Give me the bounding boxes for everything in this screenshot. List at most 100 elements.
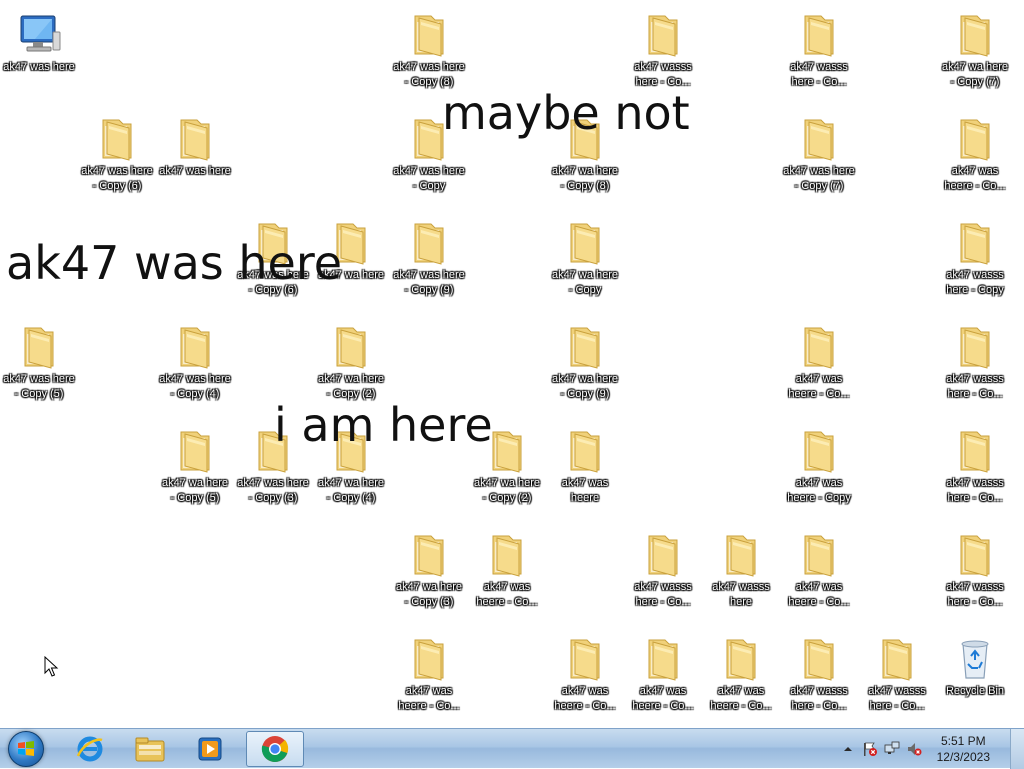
media-player-taskbar-button[interactable]: [182, 731, 238, 767]
desktop-folder[interactable]: ak47 wasss here - Co...: [936, 422, 1014, 518]
desktop-folder[interactable]: ak47 wasss here - Co...: [624, 526, 702, 622]
folder-icon: [414, 15, 444, 57]
desktop-folder[interactable]: ak47 wa here - Copy (2): [312, 318, 390, 414]
desktop-icon-label: ak47 was here - Copy (3): [237, 477, 309, 504]
folder-icon: [960, 119, 990, 161]
desktop-icon-label: ak47 was heere - Co...: [476, 581, 538, 608]
desktop-icon-label: ak47 was here: [159, 165, 231, 177]
desktop-folder[interactable]: ak47 was heere - Co...: [780, 318, 858, 414]
desktop-folder[interactable]: ak47 wasss here - Co...: [780, 6, 858, 102]
desktop-icon-label: ak47 wa here - Copy (8): [551, 165, 619, 192]
desktop-folder[interactable]: ak47 wasss here - Copy: [936, 214, 1014, 310]
chrome-taskbar-button[interactable]: [246, 731, 304, 767]
windows-explorer-icon: [135, 737, 165, 762]
desktop-folder[interactable]: ak47 wa here - Copy: [546, 214, 624, 310]
desktop-icon-label: ak47 wasss here - Co...: [868, 685, 926, 712]
desktop-icon-computer[interactable]: ak47 was here: [0, 6, 78, 102]
desktop-folder[interactable]: ak47 was here - Copy (5): [0, 318, 78, 414]
show-desktop-button[interactable]: [1010, 729, 1024, 769]
desktop-icon-label: ak47 wa here - Copy (2): [473, 477, 541, 504]
desktop-folder[interactable]: ak47 was here: [156, 110, 234, 206]
desktop-folder[interactable]: ak47 was heere - Co...: [702, 630, 780, 726]
desktop-folder[interactable]: ak47 wa here - Copy (7): [936, 6, 1014, 102]
folder-icon: [804, 639, 834, 681]
desktop-folder[interactable]: ak47 wasss here - Co...: [624, 6, 702, 102]
clock-date: 12/3/2023: [936, 750, 990, 764]
folder-icon: [414, 119, 444, 161]
desktop-folder[interactable]: ak47 was heere - Co...: [624, 630, 702, 726]
desktop-icon-label: ak47 wasss here - Co...: [946, 373, 1004, 400]
desktop-icon-label: ak47 wasss here - Co...: [634, 61, 692, 88]
desktop-folder[interactable]: ak47 was here - Copy (6): [78, 110, 156, 206]
desktop[interactable]: maybe not ak47 was here i am here ak47 w…: [0, 0, 1024, 728]
desktop-folder[interactable]: ak47 wasss here - Co...: [936, 526, 1014, 622]
internet-explorer-icon: [76, 736, 103, 762]
windows-orb-icon: [8, 731, 44, 767]
desktop-folder[interactable]: ak47 was heere - Co...: [936, 110, 1014, 206]
desktop-folder[interactable]: ak47 wa here - Copy (9): [546, 318, 624, 414]
desktop-folder[interactable]: ak47 wasss here - Co...: [936, 318, 1014, 414]
desktop-folder[interactable]: ak47 was here - Copy (4): [156, 318, 234, 414]
folder-icon: [960, 223, 990, 265]
folder-icon: [180, 327, 210, 369]
desktop-folder[interactable]: ak47 wa here - Copy (5): [156, 422, 234, 518]
desktop-folder[interactable]: ak47 wasss here: [702, 526, 780, 622]
windows-explorer-taskbar-button[interactable]: [122, 731, 178, 767]
desktop-folder[interactable]: ak47 was heere - Co...: [546, 630, 624, 726]
desktop-folder[interactable]: ak47 wasss here - Co...: [780, 630, 858, 726]
folder-icon: [804, 431, 834, 473]
desktop-folder[interactable]: ak47 wa here - Copy (8): [546, 110, 624, 206]
desktop-icon-label: ak47 was heere - Co...: [788, 581, 850, 608]
taskbar: 5:51 PM 12/3/2023: [0, 728, 1024, 769]
folder-icon: [960, 431, 990, 473]
mouse-pointer-icon: [44, 656, 59, 677]
desktop-icon-label: ak47 was here - Copy (9): [393, 269, 465, 296]
folder-icon: [336, 431, 366, 473]
desktop-folder[interactable]: ak47 was here - Copy (8): [390, 6, 468, 102]
desktop-folder[interactable]: ak47 was here - Copy (3): [234, 422, 312, 518]
desktop-folder[interactable]: ak47 wa here - Copy (2): [468, 422, 546, 518]
folder-icon: [804, 327, 834, 369]
computer-icon: [20, 15, 61, 52]
volume-muted-icon[interactable]: [906, 741, 922, 757]
desktop-folder[interactable]: ak47 wa here - Copy (4): [312, 422, 390, 518]
desktop-icon-recycle-bin[interactable]: Recycle Bin: [936, 630, 1014, 726]
desktop-icon-label: ak47 was here: [3, 61, 75, 73]
desktop-folder[interactable]: ak47 wa here - Copy (3): [390, 526, 468, 622]
desktop-icon-label: ak47 wasss here - Co...: [790, 61, 848, 88]
desktop-folder[interactable]: ak47 was here - Copy (7): [780, 110, 858, 206]
folder-icon: [414, 639, 444, 681]
folder-icon: [336, 223, 366, 265]
desktop-folder[interactable]: ak47 was here - Copy (9): [390, 214, 468, 310]
desktop-icon-label: ak47 was heere - Co...: [788, 373, 850, 400]
folder-icon: [570, 639, 600, 681]
desktop-folder[interactable]: ak47 was here - Copy: [390, 110, 468, 206]
desktop-folder[interactable]: ak47 was heere - Copy: [780, 422, 858, 518]
desktop-icon-label: ak47 wasss here: [712, 581, 770, 608]
desktop-folder[interactable]: ak47 was heere - Co...: [468, 526, 546, 622]
folder-icon: [960, 327, 990, 369]
desktop-icon-label: ak47 was heere - Copy: [787, 477, 851, 504]
desktop-folder[interactable]: ak47 wa here: [312, 214, 390, 310]
desktop-folder[interactable]: ak47 wasss here - Co...: [858, 630, 936, 726]
folder-icon: [258, 431, 288, 473]
folder-icon: [336, 327, 366, 369]
show-hidden-icons-arrow-icon[interactable]: [840, 741, 856, 757]
action-center-flag-icon[interactable]: [862, 741, 878, 757]
desktop-icon-label: ak47 wasss here - Co...: [634, 581, 692, 608]
desktop-folder[interactable]: ak47 was heere - Co...: [780, 526, 858, 622]
desktop-folder[interactable]: ak47 was heere - Co...: [390, 630, 468, 726]
network-icon[interactable]: [884, 741, 900, 757]
system-tray: 5:51 PM 12/3/2023: [834, 729, 1024, 769]
desktop-folder[interactable]: ak47 was heere: [546, 422, 624, 518]
folder-icon: [180, 431, 210, 473]
internet-explorer-taskbar-button[interactable]: [62, 731, 118, 767]
desktop-folder[interactable]: ak47 was here - Copy (6): [234, 214, 312, 310]
folder-icon: [570, 119, 600, 161]
taskbar-clock[interactable]: 5:51 PM 12/3/2023: [937, 733, 990, 765]
desktop-icon-label: ak47 was heere - Co...: [632, 685, 694, 712]
desktop-icon-label: ak47 wa here - Copy (7): [941, 61, 1009, 88]
start-button[interactable]: [4, 731, 48, 767]
desktop-icon-label: ak47 was here - Copy (6): [237, 269, 309, 296]
folder-icon: [24, 327, 54, 369]
